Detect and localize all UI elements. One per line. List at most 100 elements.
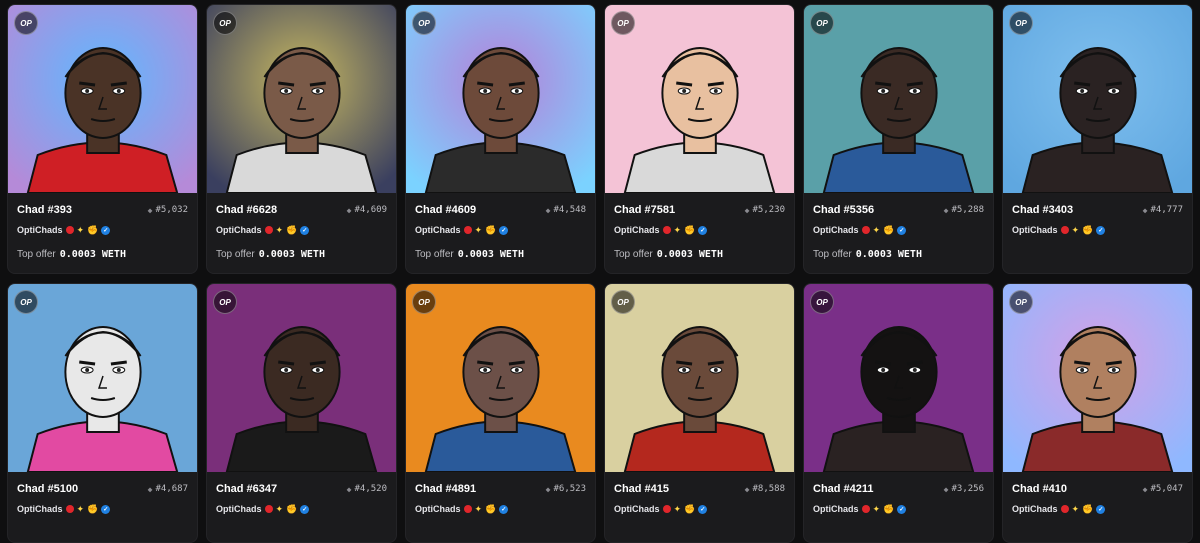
red-circle-icon — [662, 226, 671, 234]
nft-card[interactable]: OP Chad #6628 ◆ #4,609 OptiChads ✦ ✊ ✓ Top offer… — [206, 4, 397, 274]
nft-card[interactable]: OP Chad #7581 ◆ #5,230 OptiChads ✦ ✊ ✓ Top offer… — [604, 4, 795, 274]
collection-name[interactable]: OptiChads — [415, 504, 461, 514]
collection-name[interactable]: OptiChads — [614, 225, 660, 235]
nft-name[interactable]: Chad #5356 — [813, 204, 874, 216]
nft-name[interactable]: Chad #393 — [17, 204, 72, 216]
nft-image[interactable]: OP — [1003, 5, 1192, 193]
nft-info: Chad #7581 ◆ #5,230 OptiChads ✦ ✊ ✓ Top offer 0.… — [605, 193, 794, 260]
pizza-icon — [1003, 284, 1192, 472]
nft-image[interactable]: OP — [8, 5, 197, 193]
collection-name[interactable]: OptiChads — [1012, 225, 1058, 235]
knife-icon — [804, 5, 993, 193]
nft-name[interactable]: Chad #6347 — [216, 483, 277, 495]
pink-hair-icon — [406, 284, 595, 472]
rarity-rank-value: #5,230 — [752, 205, 785, 215]
nft-name[interactable]: Chad #415 — [614, 483, 669, 495]
nft-name[interactable]: Chad #6628 — [216, 204, 277, 216]
collection-name[interactable]: OptiChads — [216, 225, 262, 235]
flexed-biceps-icon: ✊ — [684, 503, 696, 514]
op-chain-badge: OP — [213, 290, 237, 314]
collection-row: OptiChads ✦ ✊ ✓ — [614, 223, 785, 237]
nft-info: Chad #5356 ◆ #5,288 OptiChads ✦ ✊ ✓ Top offer 0.… — [804, 193, 993, 260]
title-row: Chad #410 ◆ #5,047 — [1012, 480, 1183, 498]
collection-name[interactable]: OptiChads — [17, 504, 63, 514]
nft-card[interactable]: OP Chad #5100 ◆ #4,687 OptiChads ✦ ✊ ✓ — [7, 283, 198, 543]
nft-name[interactable]: Chad #5100 — [17, 483, 78, 495]
nft-image[interactable]: OP — [406, 5, 595, 193]
collection-name[interactable]: OptiChads — [216, 504, 262, 514]
nft-card[interactable]: OP Chad #415 ◆ #8,588 OptiChads ✦ ✊ ✓ — [604, 283, 795, 543]
collection-name[interactable]: OptiChads — [415, 225, 461, 235]
rarity-rank-value: #3,256 — [951, 484, 984, 494]
nft-image[interactable]: OP — [804, 284, 993, 472]
op-chain-badge: OP — [810, 290, 834, 314]
nft-image[interactable]: OP — [1003, 284, 1192, 472]
red-circle-icon — [463, 226, 472, 234]
verified-badge-icon: ✓ — [101, 504, 111, 514]
collection-name[interactable]: OptiChads — [813, 504, 859, 514]
nft-info: Chad #4891 ◆ #6,523 OptiChads ✦ ✊ ✓ — [406, 472, 595, 516]
collection-name[interactable]: OptiChads — [1012, 504, 1058, 514]
nft-name[interactable]: Chad #4609 — [415, 204, 476, 216]
nft-name[interactable]: Chad #410 — [1012, 483, 1067, 495]
rarity-rank: ◆ #3,256 — [944, 484, 984, 494]
title-row: Chad #4609 ◆ #4,548 — [415, 201, 586, 219]
flexed-biceps-icon: ✊ — [1082, 224, 1094, 235]
rarity-diamond-icon: ◆ — [147, 484, 153, 494]
verified-badge-icon: ✓ — [698, 225, 708, 235]
rarity-rank: ◆ #5,047 — [1143, 484, 1183, 494]
nft-card[interactable]: OP Chad #3403 ◆ #4,777 OptiChads ✦ ✊ ✓ — [1002, 4, 1193, 274]
nft-card[interactable]: OP Chad #4609 ◆ #4,548 OptiChads ✦ ✊ ✓ Top offer… — [405, 4, 596, 274]
sparkles-icon: ✦ — [872, 503, 881, 514]
sparkles-icon: ✦ — [872, 224, 881, 235]
rarity-rank-value: #5,047 — [1150, 484, 1183, 494]
rarity-rank-value: #5,032 — [155, 205, 188, 215]
nft-grid: OP Chad #393 ◆ #5,032 OptiChads ✦ ✊ ✓ Top offer 0… — [0, 0, 1200, 543]
rarity-diamond-icon: ◆ — [744, 484, 750, 494]
flexed-biceps-icon: ✊ — [684, 224, 696, 235]
collection-row: OptiChads ✦ ✊ ✓ — [17, 223, 188, 237]
nft-card[interactable]: OP Chad #4891 ◆ #6,523 OptiChads ✦ ✊ ✓ — [405, 283, 596, 543]
title-row: Chad #6628 ◆ #4,609 — [216, 201, 387, 219]
top-hat-icon — [207, 5, 396, 193]
collection-name[interactable]: OptiChads — [614, 504, 660, 514]
collection-name[interactable]: OptiChads — [17, 225, 63, 235]
red-circle-icon — [1060, 505, 1069, 513]
op-chain-badge: OP — [14, 11, 38, 35]
title-row: Chad #4891 ◆ #6,523 — [415, 480, 586, 498]
flexed-biceps-icon: ✊ — [87, 224, 99, 235]
rarity-rank-value: #4,609 — [354, 205, 387, 215]
nft-card[interactable]: OP Chad #5356 ◆ #5,288 OptiChads ✦ ✊ ✓ Top offer… — [803, 4, 994, 274]
red-circle-icon — [264, 505, 273, 513]
nft-image[interactable]: OP — [207, 284, 396, 472]
nft-image[interactable]: OP — [804, 5, 993, 193]
op-chain-badge: OP — [611, 290, 635, 314]
nft-name[interactable]: Chad #4891 — [415, 483, 476, 495]
headphones-icon — [1003, 5, 1192, 193]
nft-card[interactable]: OP Chad #410 ◆ #5,047 OptiChads ✦ ✊ ✓ — [1002, 283, 1193, 543]
top-offer-value: 0.0003 WETH — [457, 249, 524, 260]
rarity-rank-value: #5,288 — [951, 205, 984, 215]
nft-info: Chad #3403 ◆ #4,777 OptiChads ✦ ✊ ✓ — [1003, 193, 1192, 237]
nft-card[interactable]: OP Chad #6347 ◆ #4,520 OptiChads ✦ ✊ ✓ — [206, 283, 397, 543]
sparkles-icon: ✦ — [1071, 224, 1080, 235]
nft-image[interactable]: OP — [207, 5, 396, 193]
nft-name[interactable]: Chad #4211 — [813, 483, 874, 495]
collection-name[interactable]: OptiChads — [813, 225, 859, 235]
nft-image[interactable]: OP — [605, 284, 794, 472]
rarity-diamond-icon: ◆ — [545, 205, 551, 215]
rarity-diamond-icon: ◆ — [147, 205, 153, 215]
nft-card[interactable]: OP Chad #393 ◆ #5,032 OptiChads ✦ ✊ ✓ Top offer 0… — [7, 4, 198, 274]
collection-row: OptiChads ✦ ✊ ✓ — [415, 223, 586, 237]
nft-image[interactable]: OP — [8, 284, 197, 472]
sparkles-icon: ✦ — [76, 224, 85, 235]
nft-image[interactable]: OP — [605, 5, 794, 193]
verified-badge-icon: ✓ — [897, 225, 907, 235]
nft-name[interactable]: Chad #3403 — [1012, 204, 1073, 216]
nft-image[interactable]: OP — [406, 284, 595, 472]
red-circle-icon — [264, 226, 273, 234]
sparkles-icon: ✦ — [275, 224, 284, 235]
nft-card[interactable]: OP Chad #4211 ◆ #3,256 OptiChads ✦ ✊ ✓ — [803, 283, 994, 543]
rarity-rank-value: #4,687 — [155, 484, 188, 494]
nft-name[interactable]: Chad #7581 — [614, 204, 675, 216]
